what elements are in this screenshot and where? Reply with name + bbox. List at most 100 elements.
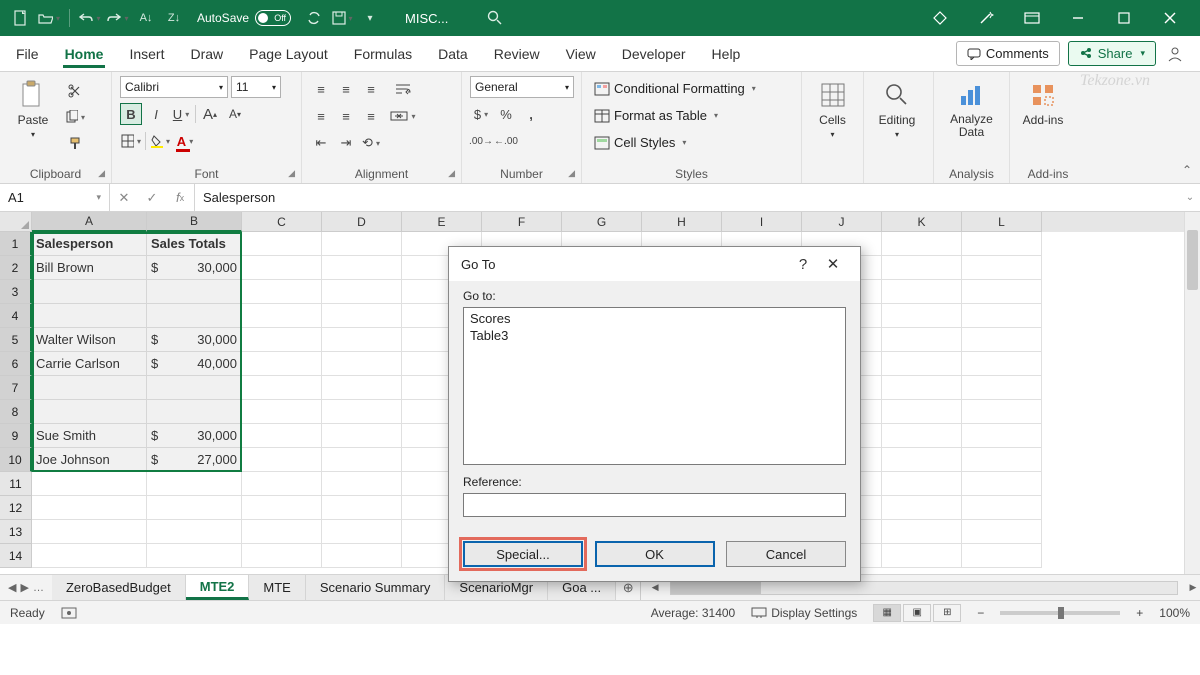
dialog-launcher-icon[interactable]: ◢ [288,168,295,179]
row-header[interactable]: 1 [0,232,32,256]
tab-draw[interactable]: Draw [188,40,225,68]
formula-input[interactable]: Salesperson [195,184,1180,211]
row-header[interactable]: 7 [0,376,32,400]
cancel-button[interactable]: Cancel [726,541,846,567]
cell[interactable] [962,520,1042,544]
decrease-decimal-icon[interactable]: ←.00 [495,130,517,152]
sheet-nav-prev-icon[interactable]: ◀ [8,581,16,594]
cell[interactable] [322,520,402,544]
row-header[interactable]: 2 [0,256,32,280]
cell[interactable] [962,424,1042,448]
cell[interactable] [32,496,147,520]
font-color-button[interactable]: A [174,130,196,152]
cell[interactable] [322,280,402,304]
cell[interactable] [322,256,402,280]
decrease-indent-icon[interactable]: ⇤ [310,132,332,154]
share-button[interactable]: Share▾ [1068,41,1156,66]
cell[interactable] [147,304,242,328]
zoom-in-button[interactable]: + [1136,606,1143,620]
analyze-data-button[interactable]: Analyze Data [942,76,1001,139]
view-normal-icon[interactable]: ▦ [873,604,901,622]
minimize-button[interactable] [1058,0,1098,36]
cell[interactable]: Walter Wilson [32,328,147,352]
tab-page-layout[interactable]: Page Layout [247,40,330,68]
cell[interactable] [32,304,147,328]
cell[interactable] [242,400,322,424]
align-bottom-icon[interactable]: ≡ [360,78,382,100]
cell[interactable] [147,472,242,496]
dialog-launcher-icon[interactable]: ◢ [98,168,105,179]
format-as-table-button[interactable]: Format as Table [590,105,760,126]
view-break-icon[interactable]: ⊞ [933,604,961,622]
maximize-button[interactable] [1104,0,1144,36]
cell[interactable] [962,232,1042,256]
format-painter-icon[interactable] [64,132,86,154]
cell[interactable]: Carrie Carlson [32,352,147,376]
align-center-icon[interactable]: ≡ [335,105,357,127]
cell[interactable] [882,400,962,424]
special-button[interactable]: Special... [463,541,583,567]
comma-format-icon[interactable]: , [520,103,542,125]
column-header[interactable]: C [242,212,322,232]
cell[interactable]: $40,000 [147,352,242,376]
cell[interactable] [962,328,1042,352]
hscroll-right-icon[interactable]: ▶ [1186,575,1200,600]
cell[interactable] [32,280,147,304]
cell[interactable] [147,400,242,424]
addins-button[interactable]: Add-ins [1018,76,1068,127]
reference-input[interactable] [463,493,846,517]
cell[interactable] [322,376,402,400]
cell[interactable] [32,544,147,568]
tab-developer[interactable]: Developer [620,40,688,68]
cell-styles-button[interactable]: Cell Styles [590,132,760,153]
cell[interactable] [322,328,402,352]
cell[interactable] [882,520,962,544]
cell[interactable] [882,232,962,256]
cell[interactable] [242,232,322,256]
cell[interactable]: $30,000 [147,424,242,448]
comments-button[interactable]: Comments [956,41,1060,66]
cell[interactable] [322,472,402,496]
zoom-out-button[interactable]: − [977,606,984,620]
collapse-ribbon-icon[interactable]: ⌃ [1182,163,1192,177]
expand-formula-bar-icon[interactable]: ⌄ [1180,184,1200,211]
open-file-icon[interactable] [38,7,60,29]
sheet-nav-next-icon[interactable]: ▶ [20,581,28,594]
cell[interactable] [242,280,322,304]
column-header[interactable]: H [642,212,722,232]
cell[interactable] [242,472,322,496]
cell[interactable]: $30,000 [147,328,242,352]
cell[interactable] [962,472,1042,496]
cell[interactable] [322,304,402,328]
account-icon[interactable] [1164,43,1186,65]
cell[interactable] [962,256,1042,280]
sheet-tab[interactable]: MTE [249,575,305,600]
cell[interactable]: Salesperson [32,232,147,256]
column-header[interactable]: K [882,212,962,232]
cell[interactable] [242,352,322,376]
cell[interactable] [322,544,402,568]
cell[interactable] [962,544,1042,568]
cell[interactable] [242,424,322,448]
align-middle-icon[interactable]: ≡ [335,78,357,100]
font-size-combo[interactable]: 11▾ [231,76,281,98]
tab-review[interactable]: Review [492,40,542,68]
tab-data[interactable]: Data [436,40,470,68]
accounting-format-icon[interactable]: $ [470,103,492,125]
sort-desc-icon[interactable]: Z↓ [163,7,185,29]
conditional-formatting-button[interactable]: Conditional Formatting [590,78,760,99]
ok-button[interactable]: OK [595,541,715,567]
bold-button[interactable]: B [120,103,142,125]
align-top-icon[interactable]: ≡ [310,78,332,100]
cell[interactable] [882,280,962,304]
cell[interactable] [242,448,322,472]
column-header[interactable]: I [722,212,802,232]
close-button[interactable] [1150,0,1190,36]
grow-font-button[interactable]: A▴ [199,103,221,125]
vertical-scrollbar[interactable] [1184,212,1200,574]
tab-formulas[interactable]: Formulas [352,40,414,68]
goto-listbox[interactable]: ScoresTable3 [463,307,846,465]
row-header[interactable]: 9 [0,424,32,448]
row-header[interactable]: 3 [0,280,32,304]
cell[interactable] [322,232,402,256]
